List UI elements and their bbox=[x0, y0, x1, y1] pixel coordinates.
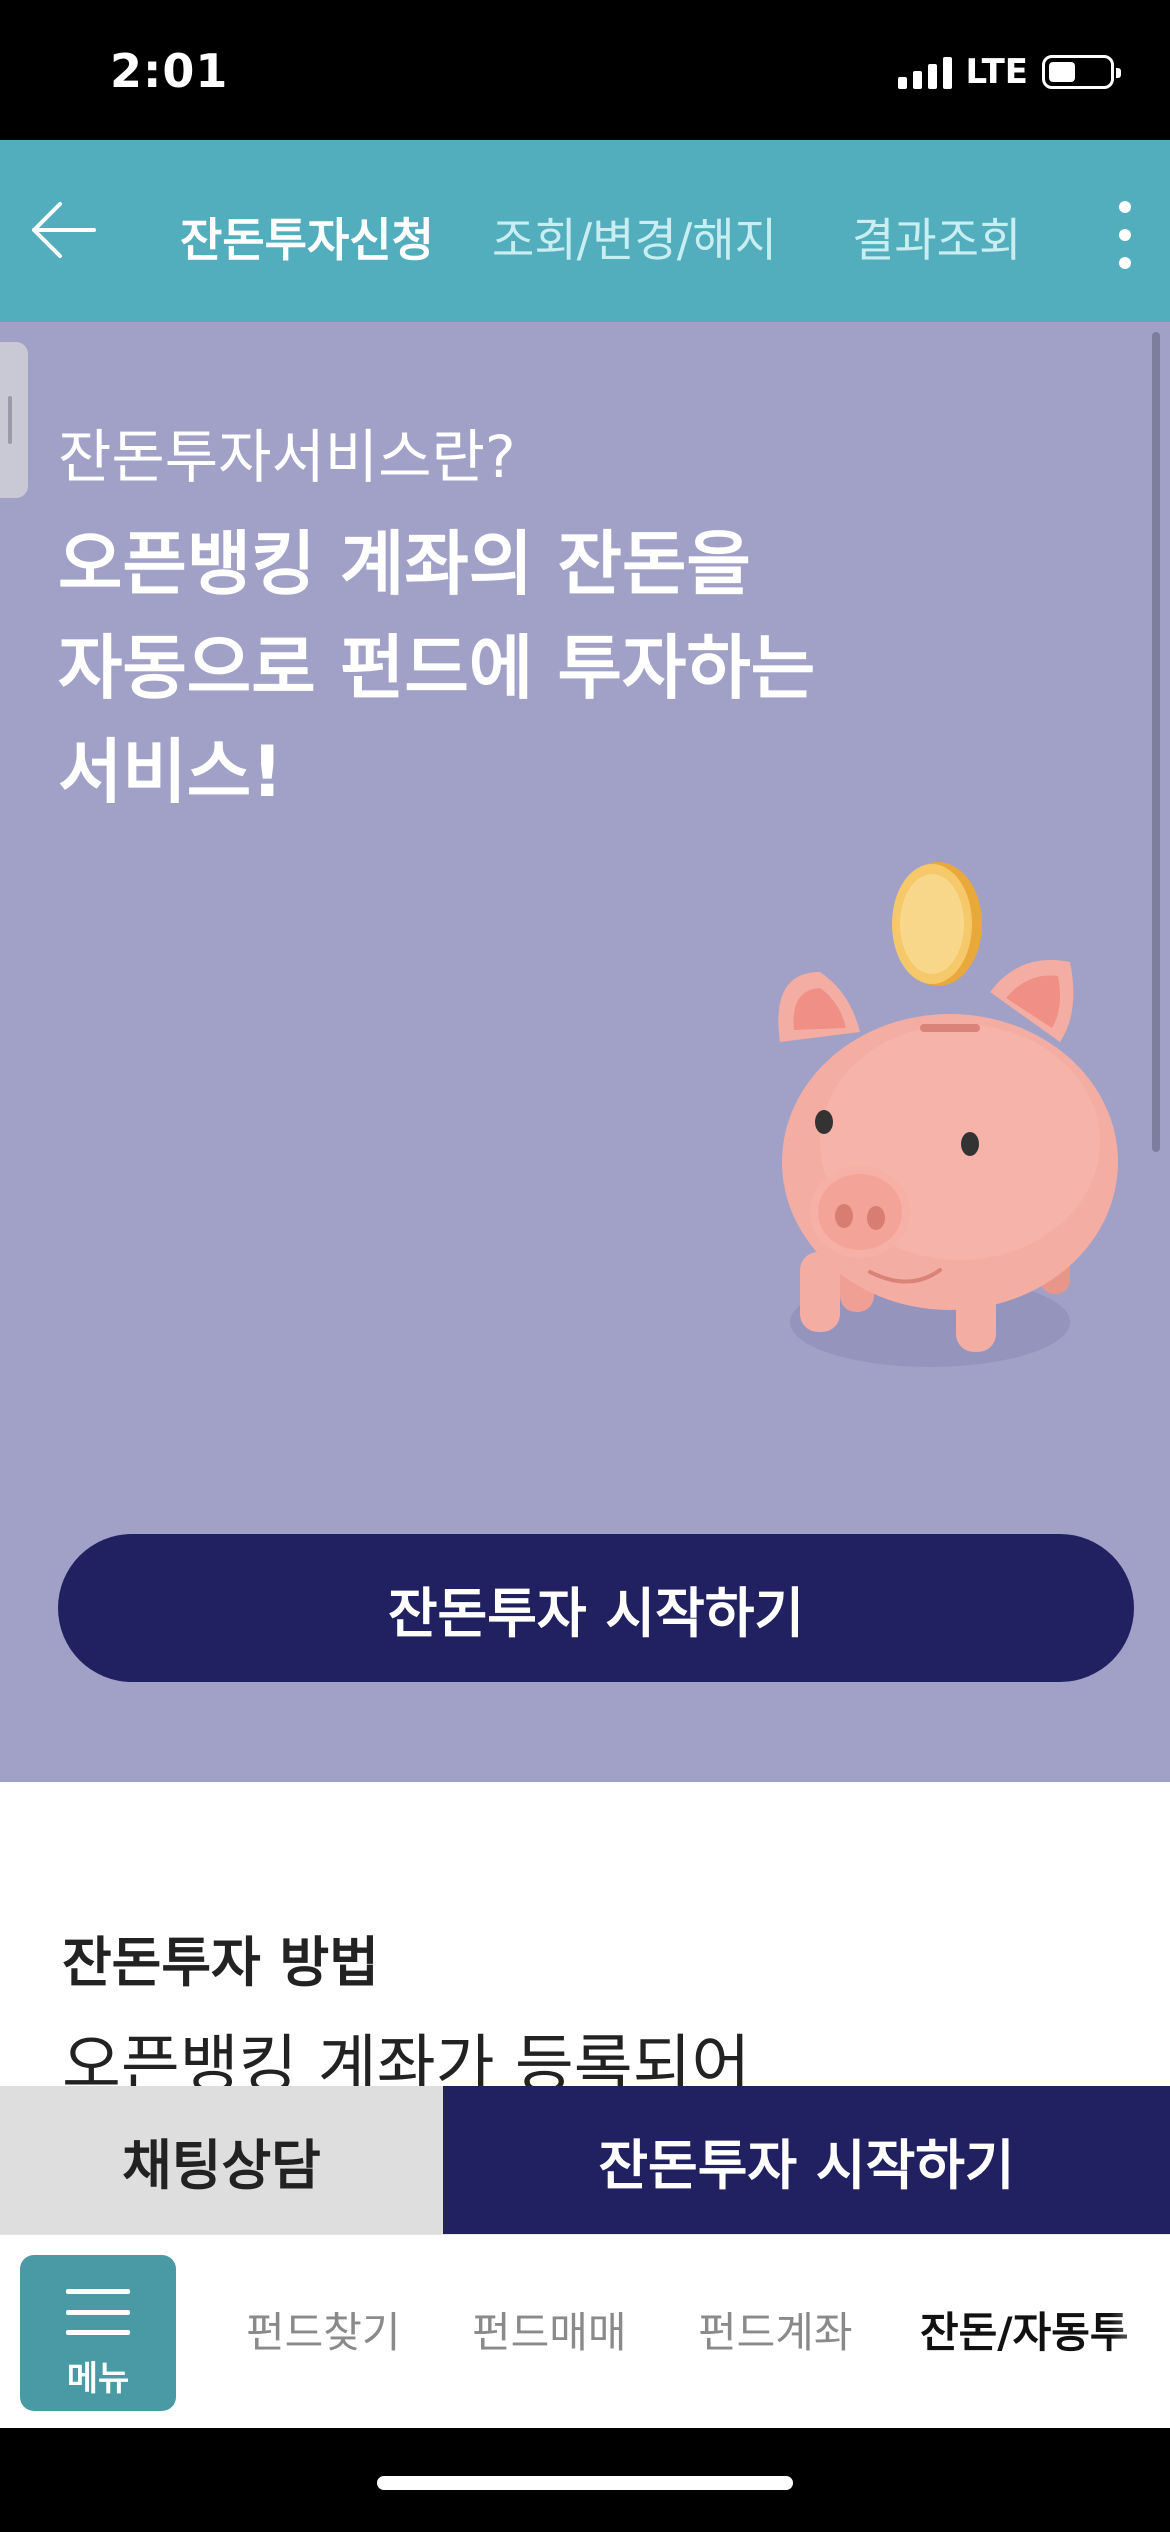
hero-title-line: 오픈뱅킹 계좌의 잔돈을 bbox=[58, 523, 751, 605]
nav-fund-account[interactable]: 펀드계좌 bbox=[698, 2299, 853, 2360]
tab-result-inquiry[interactable]: 결과조회 bbox=[852, 204, 1021, 270]
more-options-button[interactable] bbox=[1110, 195, 1140, 275]
tab-apply[interactable]: 잔돈투자신청 bbox=[180, 204, 434, 270]
nav-change-auto-invest[interactable]: 잔돈/자동투 bbox=[920, 2299, 1129, 2360]
section-title: 잔돈투자 방법 bbox=[62, 1931, 379, 1994]
status-bar: 2:01 LTE bbox=[0, 0, 1170, 140]
menu-label: 메뉴 bbox=[66, 2359, 130, 2399]
tab-inquiry-change-cancel[interactable]: 조회/변경/해지 bbox=[492, 204, 777, 270]
bottom-tab-bar: 메뉴 펀드찾기 펀드매매 펀드계좌 잔돈/자동투 bbox=[0, 2234, 1170, 2428]
scrollbar[interactable] bbox=[1152, 332, 1160, 1152]
nav-fund-trade[interactable]: 펀드매매 bbox=[472, 2299, 627, 2360]
hero-banner: 잔돈투자서비스란? 오픈뱅킹 계좌의 잔돈을 자동으로 펀드에 투자하는 서비스… bbox=[0, 322, 1170, 1782]
home-indicator[interactable] bbox=[377, 2476, 793, 2490]
hero-subtitle: 잔돈투자서비스란? bbox=[58, 423, 516, 491]
bottom-action-bar: 채팅상담 잔돈투자 시작하기 bbox=[0, 2086, 1170, 2234]
hero-title-line: 자동으로 펀드에 투자하는 bbox=[58, 627, 816, 709]
hero-title: 오픈뱅킹 계좌의 잔돈을 자동으로 펀드에 투자하는 서비스! bbox=[58, 512, 1058, 824]
back-button[interactable] bbox=[28, 190, 108, 270]
piggy-bank-illustration bbox=[778, 862, 1118, 1367]
status-time: 2:01 bbox=[110, 44, 229, 98]
top-nav-header: 잔돈투자신청 조회/변경/해지 결과조회 bbox=[0, 140, 1170, 322]
content-section: 잔돈투자 방법 오픈뱅킹 계좌가 등록되어 bbox=[0, 1782, 1170, 2086]
menu-button[interactable]: 메뉴 bbox=[20, 2255, 176, 2411]
status-indicators: LTE bbox=[897, 52, 1121, 92]
section-body: 오픈뱅킹 계좌가 등록되어 bbox=[62, 2029, 751, 2086]
arrow-left-icon bbox=[32, 202, 96, 258]
chat-consult-button[interactable]: 채팅상담 bbox=[0, 2086, 443, 2234]
overflow-fade bbox=[1110, 2235, 1170, 2428]
nav-fund-search[interactable]: 펀드찾기 bbox=[246, 2299, 401, 2360]
more-vertical-icon bbox=[1119, 201, 1131, 213]
home-indicator-area bbox=[0, 2428, 1170, 2532]
hero-start-button[interactable]: 잔돈투자 시작하기 bbox=[58, 1534, 1134, 1682]
start-investment-button[interactable]: 잔돈투자 시작하기 bbox=[443, 2086, 1170, 2234]
battery-icon bbox=[1042, 55, 1121, 89]
side-drawer-handle[interactable] bbox=[0, 342, 28, 498]
hamburger-icon bbox=[66, 2289, 130, 2335]
signal-icon bbox=[897, 55, 952, 89]
network-label: LTE bbox=[965, 52, 1028, 92]
coin-icon bbox=[892, 862, 982, 986]
hero-title-line: 서비스! bbox=[58, 731, 284, 813]
